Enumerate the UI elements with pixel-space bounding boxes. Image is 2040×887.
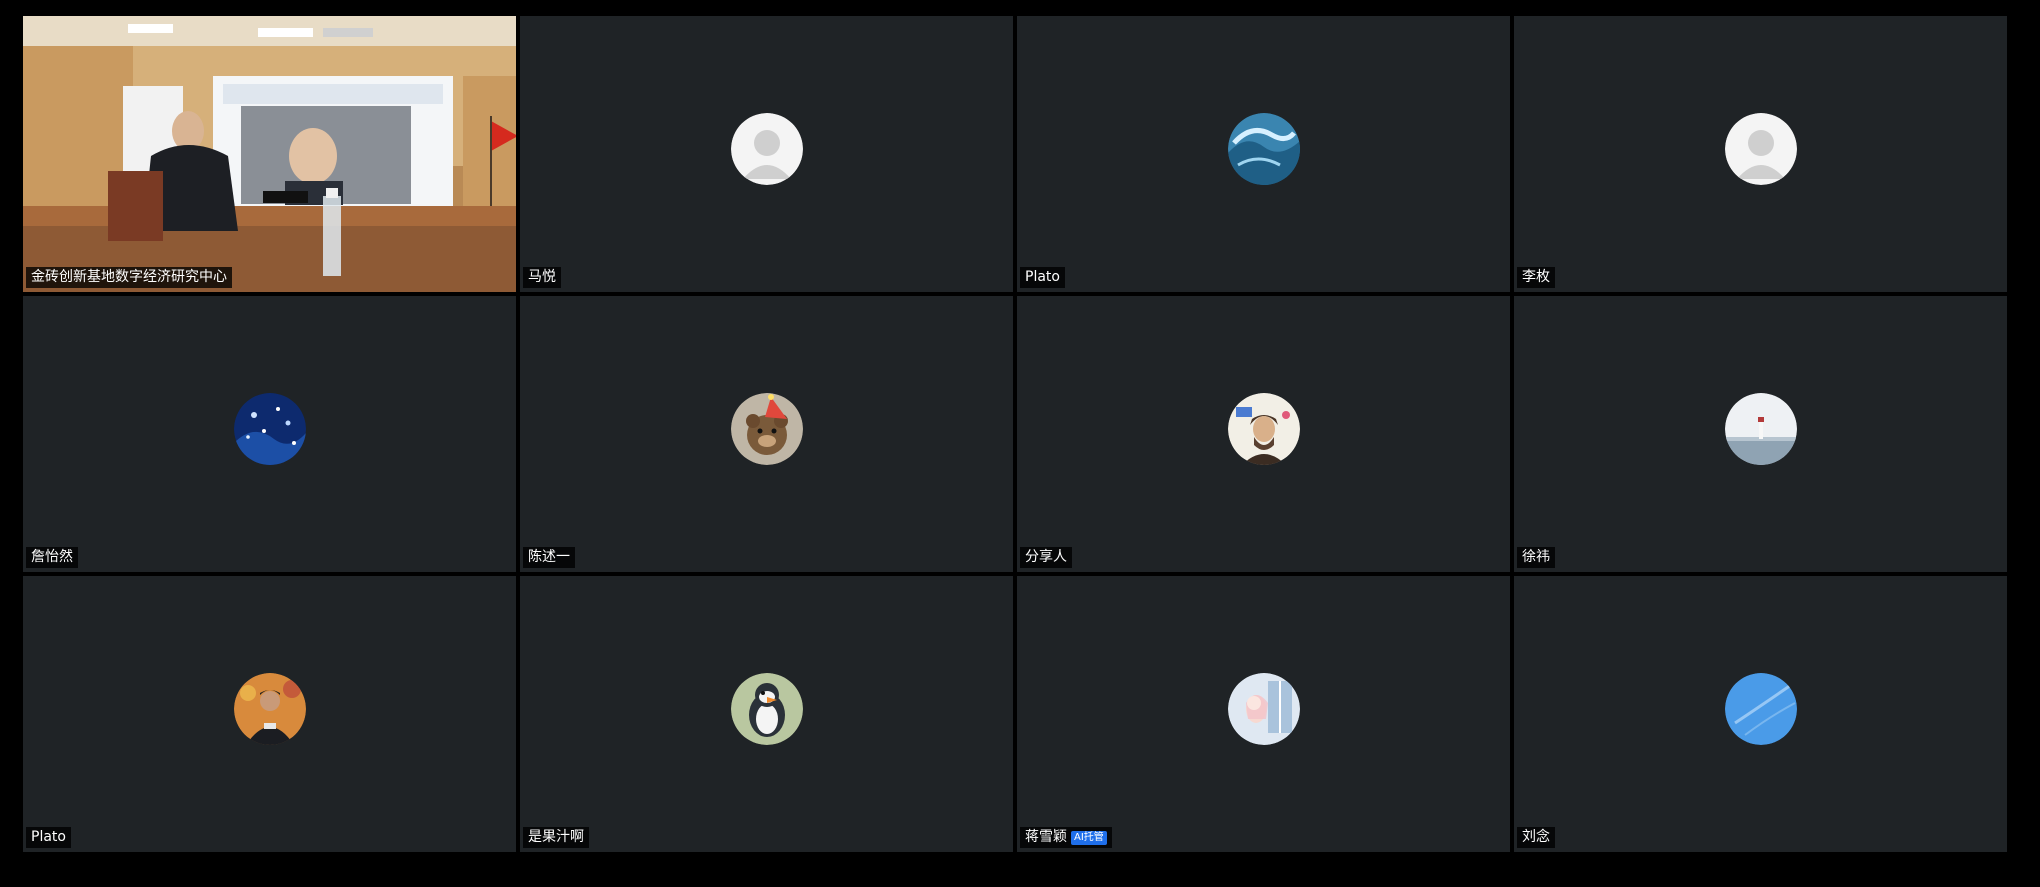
participant-name-tag: 马悦 — [523, 267, 561, 288]
participant-name-tag: 刘念 — [1517, 827, 1555, 848]
participant-name-tag: Plato — [26, 827, 71, 848]
participant-name-tag: 分享人 — [1020, 547, 1072, 568]
participant-name: 詹怡然 — [31, 549, 73, 565]
party-bear-avatar — [730, 393, 803, 465]
participant-name-tag: 金砖创新基地数字经济研究中心 — [26, 267, 232, 288]
participant-name-tag: 蒋雪颖 AI托管 — [1020, 827, 1112, 848]
cartoon-window-avatar — [1227, 673, 1300, 745]
participant-tile[interactable]: 马悦 — [520, 16, 1013, 292]
participant-name-tag: 是果汁啊 — [523, 827, 589, 848]
participant-tile[interactable]: 詹怡然 — [23, 296, 516, 572]
starry-night-avatar — [233, 393, 306, 465]
participant-name: 分享人 — [1025, 549, 1067, 565]
participant-name: 马悦 — [528, 269, 556, 285]
ai-hosted-badge: AI托管 — [1071, 830, 1107, 845]
participant-name-tag: Plato — [1020, 267, 1065, 288]
default-person-icon — [1724, 113, 1797, 185]
participant-name: 徐祎 — [1522, 549, 1550, 565]
participant-tile[interactable]: 蒋雪颖 AI托管 — [1017, 576, 1510, 852]
participant-name-tag: 陈述一 — [523, 547, 575, 568]
participant-name-tag: 徐祎 — [1517, 547, 1555, 568]
participant-tile[interactable]: Plato — [23, 576, 516, 852]
participant-name: 蒋雪颖 — [1025, 829, 1067, 845]
participant-tile[interactable]: 徐祎 — [1514, 296, 2007, 572]
portrait-painting-avatar — [1227, 393, 1300, 465]
default-person-icon — [730, 113, 803, 185]
participant-tile[interactable]: Plato — [1017, 16, 1510, 292]
participant-grid: 金砖创新基地数字经济研究中心 马悦 Plato 李枚 詹怡然 陈述一 分享人 徐… — [23, 16, 2009, 852]
participant-name: Plato — [1025, 269, 1060, 285]
participant-name: 李枚 — [1522, 269, 1550, 285]
participant-name: 刘念 — [1522, 829, 1550, 845]
blue-sky-avatar — [1724, 673, 1797, 745]
lighthouse-avatar — [1724, 393, 1797, 465]
participant-name: 是果汁啊 — [528, 829, 584, 845]
participant-name: 陈述一 — [528, 549, 570, 565]
participant-tile[interactable]: 是果汁啊 — [520, 576, 1013, 852]
participant-name: Plato — [31, 829, 66, 845]
participant-name-tag: 詹怡然 — [26, 547, 78, 568]
penguin-avatar — [730, 673, 803, 745]
video-meeting-gallery: 金砖创新基地数字经济研究中心 马悦 Plato 李枚 詹怡然 陈述一 分享人 徐… — [0, 0, 2040, 887]
camera-video-feed — [23, 16, 516, 292]
participant-tile[interactable]: 陈述一 — [520, 296, 1013, 572]
participant-tile[interactable]: 分享人 — [1017, 296, 1510, 572]
participant-tile[interactable]: 刘念 — [1514, 576, 2007, 852]
participant-name: 金砖创新基地数字经济研究中心 — [31, 269, 227, 285]
ocean-wave-avatar — [1227, 113, 1300, 185]
participant-name-tag: 李枚 — [1517, 267, 1555, 288]
person-photo-avatar — [233, 673, 306, 745]
participant-tile[interactable]: 李枚 — [1514, 16, 2007, 292]
participant-tile-video[interactable]: 金砖创新基地数字经济研究中心 — [23, 16, 516, 292]
